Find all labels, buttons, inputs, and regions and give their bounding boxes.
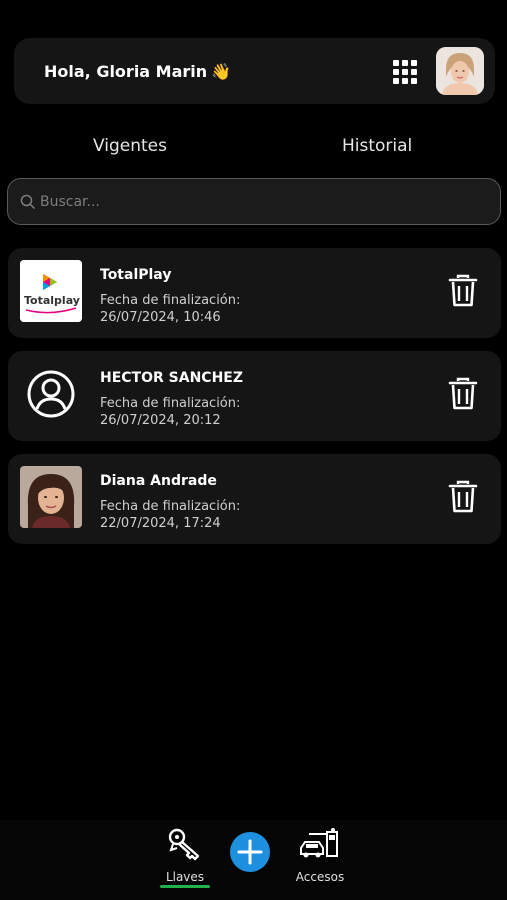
list-item[interactable]: Diana Andrade Fecha de finalización: 22/… [8, 454, 501, 544]
keys-icon [168, 828, 200, 861]
totalplay-logo: Totalplay [20, 260, 82, 322]
grid-dot [411, 69, 417, 75]
nav-accesos-label: Accesos [295, 870, 345, 884]
add-button[interactable] [230, 832, 270, 872]
item-date-label: Fecha de finalización: [100, 499, 241, 514]
grid-dot [402, 69, 408, 75]
list-item[interactable]: HECTOR SANCHEZ Fecha de finalización: 26… [8, 351, 501, 441]
user-circle-icon [20, 363, 82, 425]
waving-hand-icon: 👋 [211, 62, 232, 81]
search-input[interactable] [40, 189, 480, 215]
access-car-icon [300, 828, 338, 858]
trash-icon[interactable] [448, 480, 478, 514]
grid-dot [411, 60, 417, 66]
grid-dot [402, 60, 408, 66]
totalplay-wordmark: Totalplay [24, 294, 80, 307]
photo-avatar [20, 466, 82, 528]
item-date-label: Fecha de finalización: [100, 396, 241, 411]
item-date-label: Fecha de finalización: [100, 293, 241, 308]
tab-bar: Vigentes Historial [0, 130, 507, 162]
trash-icon[interactable] [448, 274, 478, 308]
tab-vigentes[interactable]: Vigentes [93, 136, 167, 156]
active-indicator [160, 885, 210, 888]
person-photo-icon [20, 466, 82, 528]
item-name: HECTOR SANCHEZ [100, 370, 244, 386]
item-date: 26/07/2024, 20:12 [100, 413, 221, 428]
greeting-text: Hola, Gloria Marin [44, 62, 208, 81]
bottom-nav: Llaves Accesos [0, 820, 507, 900]
search-icon [20, 194, 36, 210]
grid-dot [393, 60, 399, 66]
trash-icon[interactable] [448, 377, 478, 411]
tab-historial[interactable]: Historial [342, 136, 412, 156]
nav-accesos[interactable]: Accesos [290, 826, 350, 884]
grid-dot [402, 78, 408, 84]
grid-dot [411, 78, 417, 84]
plus-icon [237, 839, 263, 865]
item-name: TotalPlay [100, 267, 172, 283]
item-date: 26/07/2024, 10:46 [100, 310, 221, 325]
nav-llaves[interactable]: Llaves [160, 826, 210, 888]
item-date: 22/07/2024, 17:24 [100, 516, 221, 531]
user-avatar-icon [436, 47, 484, 95]
greeting: Hola, Gloria Marin 👋 [44, 62, 231, 81]
apps-grid-icon[interactable] [393, 60, 417, 84]
totalplay-logo-icon: Totalplay [20, 260, 82, 322]
header-bar: Hola, Gloria Marin 👋 [14, 38, 495, 104]
list-item[interactable]: Totalplay TotalPlay Fecha de finalizació… [8, 248, 501, 338]
user-circle-svg [27, 370, 75, 418]
nav-llaves-label: Llaves [165, 870, 205, 884]
grid-dot [393, 69, 399, 75]
grid-dot [393, 78, 399, 84]
search-box [7, 178, 501, 225]
item-name: Diana Andrade [100, 473, 217, 489]
profile-avatar[interactable] [436, 47, 484, 95]
